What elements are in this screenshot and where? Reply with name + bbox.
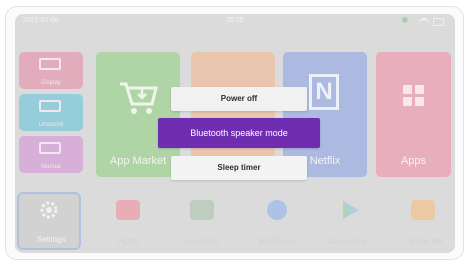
- sleep-timer-button[interactable]: Sleep timer: [171, 156, 307, 180]
- tv-screen: 2021-01-06 05:25 ✱ Display Unsound Manua…: [15, 14, 455, 253]
- bluetooth-speaker-mode-button[interactable]: Bluetooth speaker mode: [158, 118, 320, 148]
- power-off-button[interactable]: Power off: [171, 87, 307, 111]
